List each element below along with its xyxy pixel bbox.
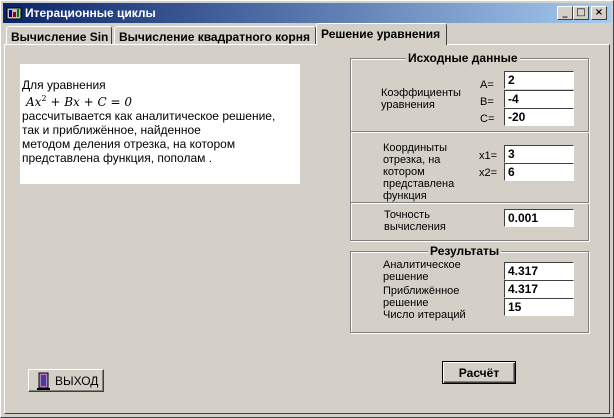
description-line: рассчитывается как аналитическое решение… (22, 109, 276, 123)
x2-label: x2= (479, 167, 498, 179)
description-line: представлена функция, пополам . (22, 151, 213, 165)
x1-input[interactable]: 3 (504, 145, 574, 163)
tab-equation[interactable]: Решение уравнения (316, 23, 447, 45)
equation-formula: Ax2 + Bx + C = 0 (26, 92, 300, 109)
results-group-title: Результаты (428, 244, 502, 258)
precision-input[interactable]: 0.001 (504, 209, 574, 227)
coef-c-input[interactable]: -20 (504, 108, 574, 126)
exit-button-label: ВЫХОД (55, 374, 99, 388)
segment-label: Координыты отрезка, на котором представл… (383, 142, 455, 202)
coefficients-label: Коэффициенты уравнения (381, 87, 461, 111)
x2-input[interactable]: 6 (504, 163, 574, 181)
window-title: Итерационные циклы (25, 6, 156, 20)
exit-button[interactable]: ВЫХОД (28, 369, 104, 392)
x1-label: x1= (479, 150, 498, 162)
input-group-title: Исходные данные (406, 51, 520, 65)
analytic-output: 4.317 (504, 262, 574, 280)
calculate-button[interactable]: Расчёт (442, 361, 516, 384)
description-line: методом деления отрезка, на котором (22, 137, 236, 151)
tab-sin[interactable]: Вычисление Sin (6, 26, 112, 46)
app-icon (6, 7, 22, 20)
title-bar[interactable]: Итерационные циклы _ □ × (3, 3, 611, 23)
close-button[interactable]: × (591, 6, 607, 20)
description-line: так и приближённое, найденное (22, 123, 201, 137)
door-icon (37, 372, 50, 390)
divider (350, 202, 589, 203)
coef-a-label: A= (480, 79, 494, 91)
coef-b-input[interactable]: -4 (504, 90, 574, 108)
description-box: Для уравнения Ax2 + Bx + C = 0 рассчитыв… (20, 64, 300, 184)
main-window: Итерационные циклы _ □ × Вычисление Sin … (0, 0, 614, 418)
coef-b-label: B= (480, 96, 494, 108)
approx-label: Приближённое решение (383, 285, 460, 309)
description-line: Для уравнения (22, 78, 106, 92)
approx-output: 4.317 (504, 280, 574, 298)
coef-c-label: C= (480, 113, 495, 125)
iterations-output: 15 (504, 298, 574, 316)
divider (350, 131, 589, 132)
tab-sqrt[interactable]: Вычисление квадратного корня (114, 26, 316, 46)
minimize-button[interactable]: _ (557, 6, 573, 20)
iterations-label: Число итераций (383, 309, 466, 321)
precision-label: Точность вычисления (384, 209, 446, 233)
coef-a-input[interactable]: 2 (504, 71, 574, 89)
formula-part: Ax (26, 95, 42, 109)
analytic-label: Аналитическое решение (383, 259, 461, 283)
formula-part: + Bx + C = 0 (46, 95, 132, 109)
maximize-button[interactable]: □ (573, 6, 589, 20)
